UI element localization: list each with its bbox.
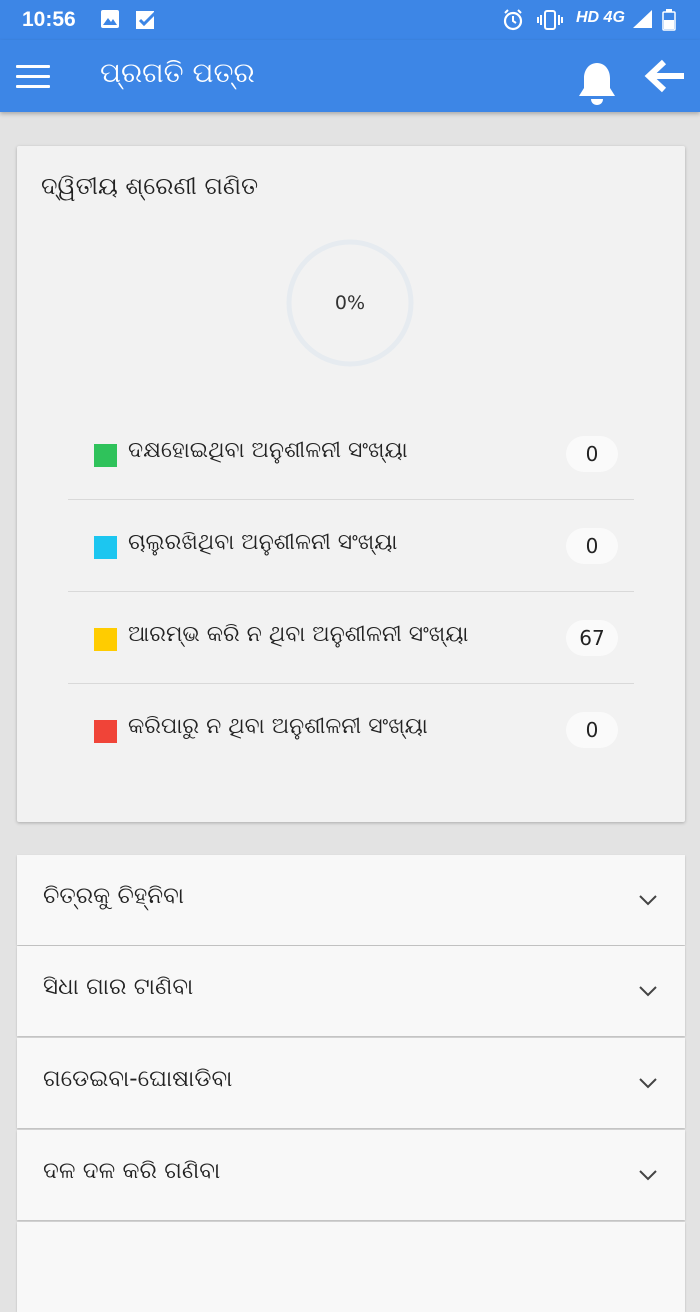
chevron-down-icon[interactable] <box>639 1166 657 1185</box>
chevron-down-icon[interactable] <box>639 891 657 910</box>
status-bar: 10:56 HD 4G <box>0 0 700 40</box>
topic-label: ସିଧା ଗାର ଟାଣିବା <box>43 974 194 1000</box>
stat-count: 0 <box>566 528 618 564</box>
topic-item[interactable]: ସିଧା ଗାର ଟାଣିବା <box>17 946 685 1036</box>
stat-row-not-started: ଆରମ୍ଭ କରି ନ ଥିବା ଅନୁଶୀଳନୀ ସଂଖ୍ୟା 67 <box>68 592 634 684</box>
chevron-down-icon[interactable] <box>639 982 657 1001</box>
topic-item[interactable]: ଚିତ୍ରକୁ ଚିହ୍ନିବା <box>17 855 685 945</box>
topic-item-partial[interactable] <box>17 1222 685 1312</box>
stat-label: ଚାଲୁରଖିଥିବା ଅନୁଶୀଳନୀ ସଂଖ୍ୟା <box>128 530 398 555</box>
chevron-down-icon[interactable] <box>639 1074 657 1093</box>
progress-percent: 0% <box>334 292 366 314</box>
subject-title: ଦ୍ୱିତୀୟ ଶ୍ରେଣୀ ଗଣିତ <box>41 172 259 200</box>
signal-icon <box>632 9 654 33</box>
legend-swatch <box>94 536 117 559</box>
vibrate-icon <box>536 9 564 35</box>
battery-icon <box>662 9 676 35</box>
legend-swatch <box>94 720 117 743</box>
stat-count: 0 <box>566 436 618 472</box>
image-icon <box>100 9 120 33</box>
page-title: ପ୍ରଗତି ପତ୍ର <box>100 56 255 89</box>
stat-row-struggling: କରିପାରୁ ନ ଥିବା ଅନୁଶୀଳନୀ ସଂଖ୍ୟା 0 <box>68 684 634 775</box>
topic-item[interactable]: ଦଳ ଦଳ କରି ଗଣିବା <box>17 1130 685 1220</box>
stat-row-mastered: ଦକ୍ଷହୋଇଥିବା ଅନୁଶୀଳନୀ ସଂଖ୍ୟା 0 <box>68 408 634 500</box>
app-bar: ପ୍ରଗତି ପତ୍ର <box>0 40 700 112</box>
topic-label: ଦଳ ଦଳ କରି ଗଣିବା <box>43 1158 221 1184</box>
task-check-icon <box>134 9 158 35</box>
back-arrow-icon[interactable] <box>644 58 686 98</box>
legend-swatch <box>94 444 117 467</box>
stat-label: ଦକ୍ଷହୋଇଥିବା ଅନୁଶୀଳନୀ ସଂଖ୍ୟା <box>128 438 408 463</box>
legend-swatch <box>94 628 117 651</box>
topic-item[interactable]: ଗଡେଇବା-ଘୋଷାଡିବା <box>17 1038 685 1128</box>
stat-label: ଆରମ୍ଭ କରି ନ ଥିବା ଅନୁଶୀଳନୀ ସଂଖ୍ୟା <box>128 622 469 647</box>
alarm-icon <box>502 9 524 35</box>
menu-icon[interactable] <box>16 65 50 89</box>
progress-card: ଦ୍ୱିତୀୟ ଶ୍ରେଣୀ ଗଣିତ 0% ଦକ୍ଷହୋଇଥିବା ଅନୁଶୀ… <box>17 146 685 822</box>
stat-label: କରିପାରୁ ନ ଥିବା ଅନୁଶୀଳନୀ ସଂଖ୍ୟା <box>128 714 428 739</box>
stat-count: 67 <box>566 620 618 656</box>
progress-ring: 0% <box>285 238 415 368</box>
stat-row-in-progress: ଚାଲୁରଖିଥିବା ଅନୁଶୀଳନୀ ସଂଖ୍ୟା 0 <box>68 500 634 592</box>
status-time: 10:56 <box>22 8 76 31</box>
topic-label: ଚିତ୍ରକୁ ଚିହ୍ନିବା <box>43 883 185 909</box>
stat-count: 0 <box>566 712 618 748</box>
topic-label: ଗଡେଇବା-ଘୋଷାଡିବା <box>43 1066 233 1092</box>
network-type: HD 4G <box>576 9 625 26</box>
bell-icon[interactable] <box>574 60 620 110</box>
